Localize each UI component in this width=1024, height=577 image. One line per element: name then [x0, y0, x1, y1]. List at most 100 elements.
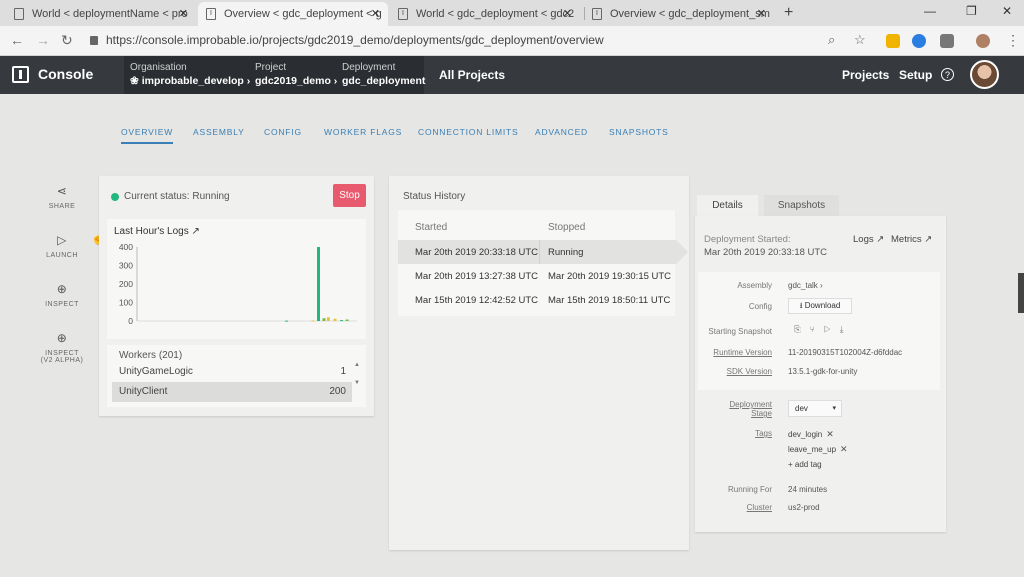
- maximize-icon[interactable]: ❐: [966, 4, 977, 18]
- crosshair-icon: ⊕: [56, 282, 68, 296]
- logs-link[interactable]: Logs ↗: [853, 234, 884, 245]
- workers-scrollbar[interactable]: ▲ ▼: [353, 362, 361, 400]
- stage-select[interactable]: dev ▾: [788, 400, 842, 417]
- remove-tag-icon[interactable]: ✕: [826, 429, 834, 439]
- status-text: Current status: Running: [124, 191, 230, 202]
- logs-chart: 400 300 200 100 0: [119, 242, 357, 326]
- metrics-link[interactable]: Metrics ↗: [891, 234, 932, 245]
- new-tab-icon[interactable]: +: [784, 4, 793, 22]
- runtime-version-label[interactable]: Runtime Version: [698, 348, 772, 357]
- log-bar: [326, 317, 330, 321]
- deployment-label: Deployment: [342, 62, 396, 73]
- column-divider: [539, 240, 540, 264]
- bookmark-star-icon[interactable]: ☆: [854, 32, 866, 48]
- sdk-version-label[interactable]: SDK Version: [698, 367, 772, 376]
- improbable-logo-icon: [12, 66, 29, 83]
- zoom-icon[interactable]: ⌕: [828, 32, 835, 48]
- reload-icon[interactable]: ↻: [61, 32, 73, 49]
- console-icon: I: [592, 8, 602, 20]
- browser-tab[interactable]: I Overview < gdc_deployment_sm ✕: [584, 2, 774, 26]
- tab-overview[interactable]: OVERVIEW: [121, 127, 174, 144]
- context-breadcrumb: Organisation ❀ improbable_develop › Proj…: [124, 56, 425, 94]
- back-icon[interactable]: ←: [10, 32, 24, 48]
- page-scrollbar[interactable]: [1018, 273, 1024, 313]
- address-bar: ← → ↻ https://console.improbable.io/proj…: [0, 26, 1024, 56]
- remove-tag-icon[interactable]: ✕: [840, 444, 848, 454]
- stopped-cell: Mar 20th 2019 19:30:15 UTC: [548, 271, 672, 282]
- worker-row[interactable]: UnityGameLogic 1: [112, 362, 352, 382]
- launch-action[interactable]: ▷ LAUNCH: [37, 233, 87, 259]
- log-bar: [311, 320, 315, 322]
- tab-worker-flags[interactable]: WORKER FLAGS: [324, 127, 402, 137]
- app-header: Console Organisation ❀ improbable_develo…: [0, 56, 1024, 94]
- inspect-label: INSPECT: [45, 301, 79, 308]
- stop-button[interactable]: Stop: [333, 184, 366, 207]
- url-field[interactable]: https://console.improbable.io/projects/g…: [90, 33, 604, 47]
- close-icon[interactable]: ✕: [757, 7, 766, 20]
- menu-icon[interactable]: ⋮: [1006, 32, 1020, 49]
- profile-icon[interactable]: [976, 34, 990, 48]
- window-close-icon[interactable]: ✕: [1002, 4, 1012, 18]
- project-selector[interactable]: Project gdc2019_demo ›: [255, 62, 337, 87]
- add-tag-link[interactable]: + add tag: [788, 460, 822, 469]
- chevron-down-icon: ▾: [832, 405, 836, 412]
- extension-icon[interactable]: [886, 34, 900, 48]
- deployment-stage-label[interactable]: Deployment Stage: [698, 400, 772, 418]
- cluster-label[interactable]: Cluster: [698, 503, 772, 512]
- all-projects-link[interactable]: All Projects: [439, 68, 505, 82]
- log-bar: [285, 320, 289, 322]
- tab-snapshots[interactable]: SNAPSHOTS: [609, 127, 669, 137]
- organisation-selector[interactable]: Organisation ❀ improbable_develop ›: [130, 62, 250, 87]
- close-icon[interactable]: ✕: [371, 7, 380, 20]
- launch-label: LAUNCH: [46, 252, 78, 259]
- tab-assembly[interactable]: ASSEMBLY: [193, 127, 245, 137]
- setup-link[interactable]: Setup: [899, 68, 932, 82]
- tag-text: dev_login: [788, 430, 823, 439]
- extension-icon[interactable]: [940, 34, 954, 48]
- tag-chip: dev_login ✕: [788, 429, 834, 440]
- inspect-action[interactable]: ⊕ INSPECT: [37, 282, 87, 308]
- tab-config[interactable]: CONFIG: [264, 127, 302, 137]
- projects-link[interactable]: Projects: [842, 68, 889, 82]
- status-history-card: Status History Started Stopped Mar 20th …: [389, 176, 689, 550]
- browser-tab-active[interactable]: I Overview < gdc_deployment < g ✕: [198, 2, 388, 26]
- started-cell: Mar 20th 2019 20:33:18 UTC: [415, 247, 539, 258]
- tab-details[interactable]: Details: [697, 195, 758, 216]
- status-dot-icon: [111, 193, 119, 201]
- tag-text: leave_me_up: [788, 445, 837, 454]
- snapshot-actions-icon[interactable]: ⎘⑂▷⤓: [794, 324, 852, 335]
- browser-tab[interactable]: I World < gdc_deployment < gdc2 ✕: [390, 2, 580, 26]
- minimize-icon[interactable]: —: [924, 4, 936, 18]
- forward-icon[interactable]: →: [36, 32, 50, 48]
- share-action[interactable]: ⋖ SHARE: [37, 184, 87, 210]
- worker-row[interactable]: UnityClient 200: [112, 382, 352, 402]
- console-icon: I: [398, 8, 408, 20]
- tab-snapshots-panel[interactable]: Snapshots: [764, 195, 839, 216]
- history-table: Started Stopped Mar 20th 2019 20:33:18 U…: [398, 210, 688, 316]
- browser-tab[interactable]: World < deploymentName < pro ✕: [6, 2, 196, 26]
- assembly-link[interactable]: gdc_talk ›: [788, 281, 823, 290]
- stopped-cell: Running: [548, 247, 584, 258]
- started-cell: Mar 15th 2019 12:42:52 UTC: [415, 295, 539, 306]
- extension-icon[interactable]: [912, 34, 926, 48]
- tab-title: Overview < gdc_deployment < g: [224, 8, 382, 20]
- close-icon[interactable]: ✕: [563, 7, 572, 20]
- status-card: Current status: Running Stop Last Hour's…: [99, 176, 374, 416]
- app-title[interactable]: Console: [38, 66, 93, 82]
- deployment-selector[interactable]: Deployment gdc_deployment: [342, 62, 425, 87]
- logs-title-link[interactable]: Last Hour's Logs ↗: [114, 226, 200, 237]
- download-button[interactable]: ⭳ Download: [788, 298, 852, 314]
- inspect-v2-action[interactable]: ⊕ INSPECT (V2 ALPHA): [37, 331, 87, 364]
- play-icon: ▷: [57, 233, 67, 247]
- project-label: Project: [255, 62, 287, 73]
- tab-advanced[interactable]: ADVANCED: [535, 127, 588, 137]
- avatar[interactable]: [970, 60, 999, 89]
- help-icon[interactable]: ?: [941, 68, 954, 81]
- share-label: SHARE: [48, 203, 76, 210]
- started-cell: Mar 20th 2019 13:27:38 UTC: [415, 271, 539, 282]
- col-stopped-header: Stopped: [548, 222, 586, 233]
- log-bar: [322, 318, 326, 321]
- close-icon[interactable]: ✕: [179, 7, 188, 20]
- tab-connection-limits[interactable]: CONNECTION LIMITS: [418, 127, 519, 137]
- tags-label[interactable]: Tags: [698, 429, 772, 438]
